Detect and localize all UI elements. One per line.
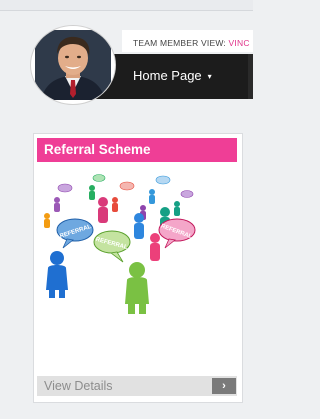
navbar-edge <box>248 54 253 99</box>
caret-down-icon: ▾ <box>207 72 212 82</box>
profile-photo <box>35 30 111 100</box>
header-divider <box>0 10 253 11</box>
referral-illustration: REFERRAL REFERRAL REFERRAL <box>44 174 196 314</box>
view-details-link[interactable]: View Details <box>44 379 113 393</box>
top-band <box>0 0 253 10</box>
nav-home-label: Home Page <box>133 68 202 83</box>
avatar[interactable] <box>31 26 115 104</box>
nav-home-page-dropdown[interactable]: Home Page ▾ <box>133 68 212 83</box>
member-view-prefix: TEAM MEMBER VIEW: <box>133 38 229 48</box>
card-title: Referral Scheme <box>37 138 237 162</box>
member-view-label: TEAM MEMBER VIEW: VINC <box>133 38 250 48</box>
member-name: VINC <box>228 38 250 48</box>
chevron-right-icon[interactable]: › <box>212 378 236 394</box>
